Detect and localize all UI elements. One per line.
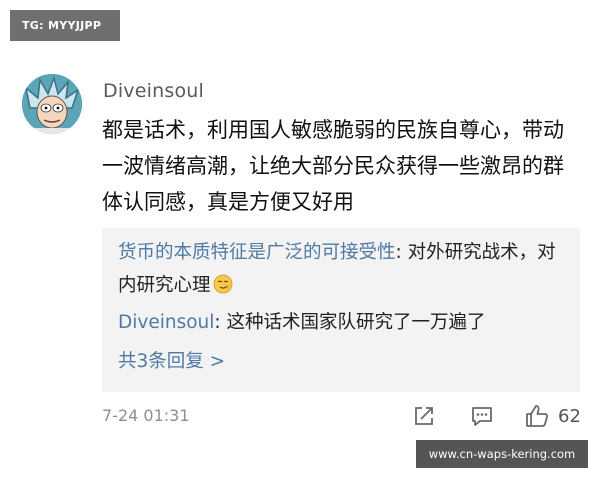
reply-author-link[interactable]: Diveinsoul: [118, 312, 214, 333]
share-button[interactable]: [413, 405, 435, 427]
more-replies-link[interactable]: 共3条回复 >: [118, 347, 225, 373]
comment-button[interactable]: [470, 405, 494, 427]
tag-label: TG: MYYJJPP: [10, 10, 120, 41]
tag-text: TG: MYYJJPP: [22, 19, 102, 32]
like-button[interactable]: 62: [524, 403, 581, 429]
reply-separator: :: [395, 242, 408, 263]
comment-icon: [472, 407, 492, 426]
avatar[interactable]: [22, 74, 82, 134]
post-text: 都是话术，利用国人敏感脆弱的民族自尊心，带动一波情绪高潮，让绝大部分民众获得一些…: [102, 118, 564, 214]
action-bar: 62: [413, 400, 581, 432]
post-timestamp: 7-24 01:31: [102, 406, 190, 425]
reply-item: 货币的本质特征是广泛的可接受性: 对外研究战术，对内研究心理: [118, 236, 566, 302]
reply-author-link[interactable]: 货币的本质特征是广泛的可接受性: [118, 242, 396, 263]
thumbs-up-icon: [526, 405, 548, 427]
reply-text: 这种话术国家队研究了一万遍了: [226, 312, 486, 333]
post-username[interactable]: Diveinsoul: [103, 80, 204, 102]
reply-box: 货币的本质特征是广泛的可接受性: 对外研究战术，对内研究心理 Diveinsou…: [102, 228, 580, 392]
cartoon-avatar-icon: [22, 74, 82, 134]
like-count: 62: [558, 405, 581, 427]
share-icon: [415, 407, 433, 425]
watermark-text: www.cn-waps-kering.com: [428, 447, 576, 461]
reply-separator: :: [214, 312, 227, 333]
smirk-emoji-icon: [213, 274, 233, 294]
watermark: www.cn-waps-kering.com: [416, 440, 588, 468]
reply-item: Diveinsoul: 这种话术国家队研究了一万遍了: [118, 306, 566, 339]
